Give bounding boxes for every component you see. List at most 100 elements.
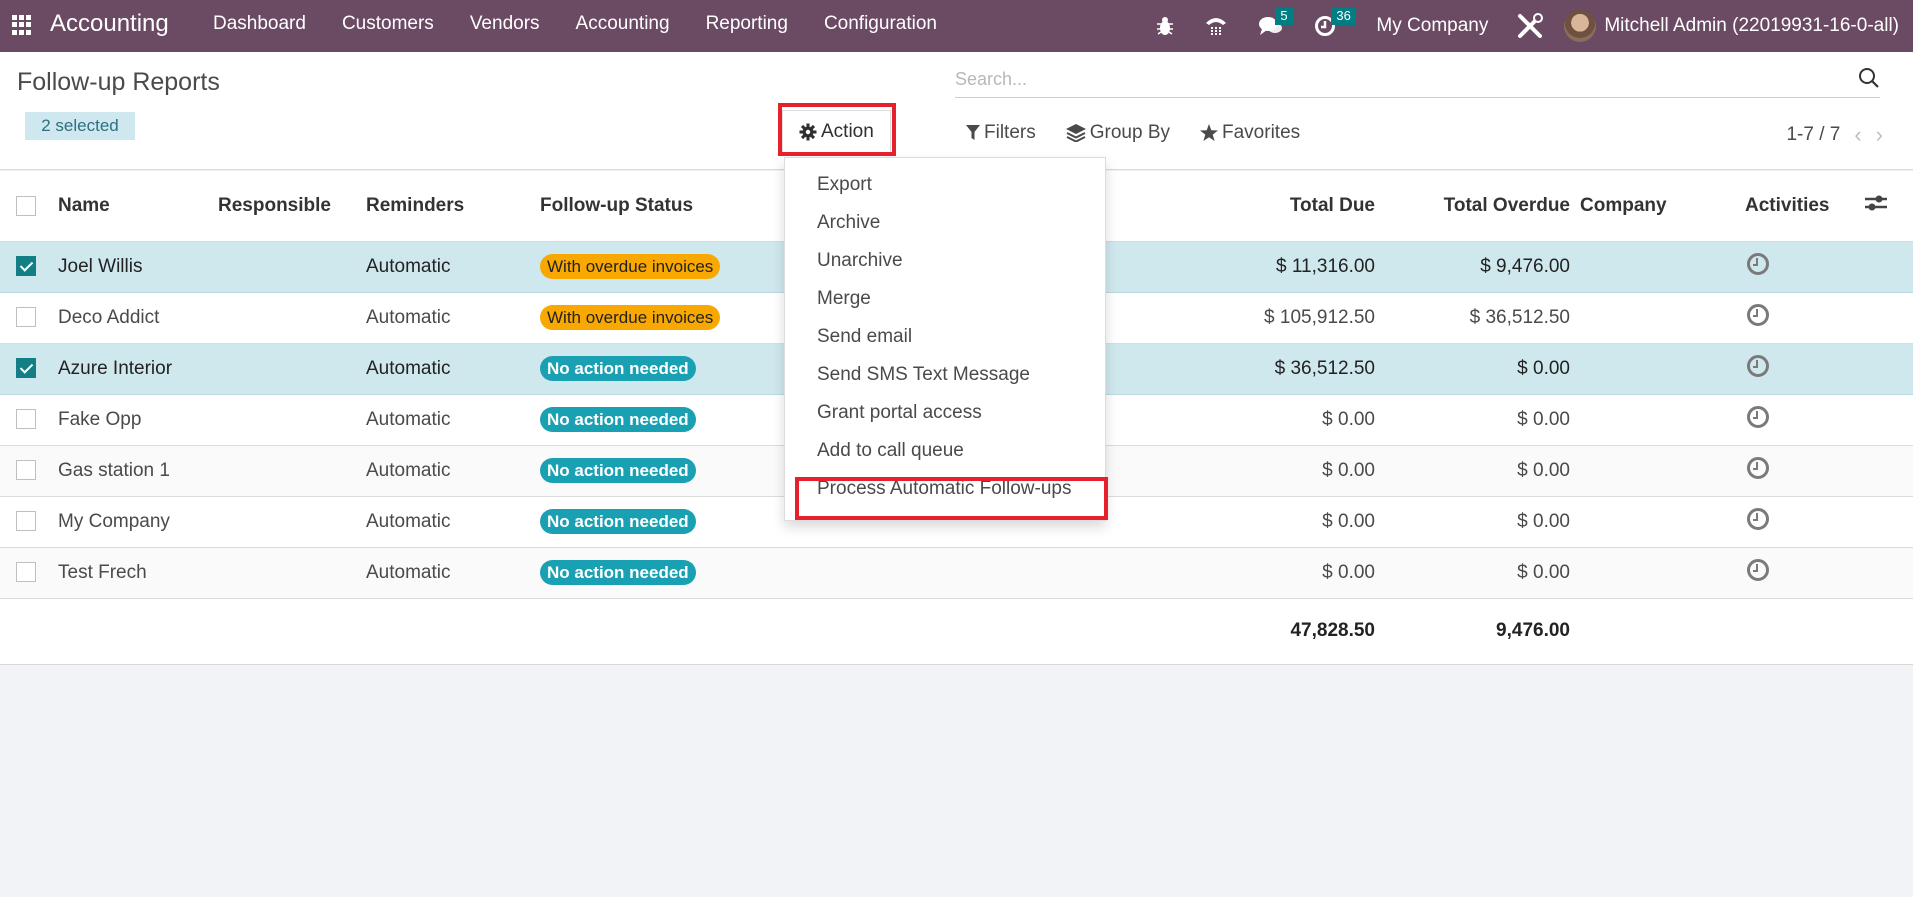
cell-activities[interactable]: [1745, 496, 1865, 548]
cell-total-overdue[interactable]: $ 36,512.50: [1385, 292, 1580, 344]
cell-company[interactable]: [1580, 445, 1745, 497]
action-button[interactable]: Action: [782, 110, 891, 152]
cell-company[interactable]: [1580, 394, 1745, 446]
search-icon[interactable]: [1858, 67, 1880, 89]
cell-total-overdue[interactable]: $ 0.00: [1385, 496, 1580, 548]
cell-reminders[interactable]: Automatic: [366, 445, 540, 497]
activity-clock-icon[interactable]: [1747, 354, 1769, 377]
cell-company[interactable]: [1580, 496, 1745, 548]
cell-name[interactable]: Joel Willis: [58, 241, 218, 293]
cell-total-overdue[interactable]: $ 0.00: [1385, 547, 1580, 599]
cell-name[interactable]: Azure Interior: [58, 343, 218, 395]
menu-customers[interactable]: Customers: [342, 13, 434, 35]
cell-name[interactable]: Deco Addict: [58, 292, 218, 344]
activities-clock-icon[interactable]: 36: [1314, 7, 1356, 37]
tools-settings-icon[interactable]: [1516, 12, 1544, 40]
activity-clock-icon[interactable]: [1747, 252, 1769, 275]
cell-responsible[interactable]: [218, 343, 366, 395]
menu-dashboard[interactable]: Dashboard: [213, 13, 306, 35]
cell-activities[interactable]: [1745, 343, 1865, 395]
cell-responsible[interactable]: [218, 394, 366, 446]
activity-clock-icon[interactable]: [1747, 558, 1769, 581]
cell-activities[interactable]: [1745, 547, 1865, 599]
row-checkbox[interactable]: [16, 307, 36, 328]
phone-icon[interactable]: [1204, 15, 1228, 37]
cell-company[interactable]: [1580, 292, 1745, 344]
cell-name[interactable]: Fake Opp: [58, 394, 218, 446]
row-checkbox[interactable]: [16, 511, 36, 532]
action-archive[interactable]: Archive: [785, 204, 1105, 242]
menu-accounting[interactable]: Accounting: [576, 13, 670, 35]
search-input[interactable]: [955, 62, 1835, 96]
cell-hidden[interactable]: [790, 547, 1050, 599]
optional-columns-toggle[interactable]: [1865, 171, 1913, 242]
cell-total-overdue[interactable]: $ 0.00: [1385, 394, 1580, 446]
menu-reporting[interactable]: Reporting: [706, 13, 788, 35]
cell-company[interactable]: [1580, 343, 1745, 395]
row-checkbox[interactable]: [16, 409, 36, 430]
activity-clock-icon[interactable]: [1747, 405, 1769, 428]
cell-total-overdue[interactable]: $ 0.00: [1385, 343, 1580, 395]
pager-next-icon[interactable]: ›: [1876, 122, 1883, 148]
column-follow-up-status[interactable]: Follow-up Status: [540, 171, 790, 242]
user-menu[interactable]: Mitchell Admin (22019931-16-0-all): [1604, 15, 1899, 37]
action-add-to-call-queue[interactable]: Add to call queue: [785, 432, 1105, 470]
cell-company[interactable]: [1580, 241, 1745, 293]
column-total-overdue[interactable]: Total Overdue: [1385, 171, 1580, 242]
cell-reminders[interactable]: Automatic: [366, 496, 540, 548]
activity-clock-icon[interactable]: [1747, 507, 1769, 530]
action-send-email[interactable]: Send email: [785, 318, 1105, 356]
pager-value[interactable]: 1-7 / 7: [1786, 124, 1840, 146]
cell-follow-up-status[interactable]: No action needed: [540, 496, 790, 548]
column-name[interactable]: Name: [58, 171, 218, 242]
table-row[interactable]: Test Frech Automatic No action needed $ 0.0…: [0, 547, 1913, 599]
company-switcher[interactable]: My Company: [1376, 15, 1488, 37]
column-reminders[interactable]: Reminders: [366, 171, 540, 242]
cell-name[interactable]: Test Frech: [58, 547, 218, 599]
action-grant-portal-access[interactable]: Grant portal access: [785, 394, 1105, 432]
sliders-icon[interactable]: [1865, 193, 1887, 213]
cell-name[interactable]: My Company: [58, 496, 218, 548]
action-export[interactable]: Export: [785, 166, 1105, 204]
row-checkbox[interactable]: [16, 256, 36, 277]
cell-activities[interactable]: [1745, 445, 1865, 497]
apps-menu-icon[interactable]: [12, 15, 32, 35]
cell-follow-up-status[interactable]: With overdue invoices: [540, 292, 790, 344]
cell-responsible[interactable]: [218, 292, 366, 344]
activity-clock-icon[interactable]: [1747, 456, 1769, 479]
messages-icon[interactable]: 5: [1258, 7, 1293, 37]
user-avatar[interactable]: [1564, 10, 1597, 42]
filters-button[interactable]: Filters: [966, 122, 1036, 144]
cell-reminders[interactable]: Automatic: [366, 292, 540, 344]
cell-activities[interactable]: [1745, 292, 1865, 344]
column-activities[interactable]: Activities: [1745, 171, 1865, 242]
activity-clock-icon[interactable]: [1747, 303, 1769, 326]
app-name[interactable]: Accounting: [50, 10, 169, 38]
cell-reminders[interactable]: Automatic: [366, 547, 540, 599]
debug-bug-icon[interactable]: [1156, 16, 1174, 36]
cell-reminders[interactable]: Automatic: [366, 394, 540, 446]
action-unarchive[interactable]: Unarchive: [785, 242, 1105, 280]
group-by-button[interactable]: Group By: [1065, 122, 1170, 144]
cell-follow-up-status[interactable]: With overdue invoices: [540, 241, 790, 293]
cell-total-overdue[interactable]: $ 0.00: [1385, 445, 1580, 497]
favorites-button[interactable]: Favorites: [1200, 122, 1300, 144]
cell-company[interactable]: [1580, 547, 1745, 599]
cell-follow-up-status[interactable]: No action needed: [540, 394, 790, 446]
cell-responsible[interactable]: [218, 496, 366, 548]
select-all-checkbox[interactable]: [16, 195, 36, 216]
cell-responsible[interactable]: [218, 241, 366, 293]
action-process-automatic-follow-ups[interactable]: Process Automatic Follow-ups: [785, 470, 1105, 508]
cell-total-overdue[interactable]: $ 9,476.00: [1385, 241, 1580, 293]
cell-reminders[interactable]: Automatic: [366, 241, 540, 293]
column-company[interactable]: Company: [1580, 171, 1745, 242]
row-checkbox[interactable]: [16, 562, 36, 583]
row-checkbox[interactable]: [16, 358, 36, 379]
cell-follow-up-status[interactable]: No action needed: [540, 343, 790, 395]
menu-vendors[interactable]: Vendors: [470, 13, 540, 35]
column-responsible[interactable]: Responsible: [218, 171, 366, 242]
cell-follow-up-status[interactable]: No action needed: [540, 445, 790, 497]
menu-configuration[interactable]: Configuration: [824, 13, 937, 35]
cell-name[interactable]: Gas station 1: [58, 445, 218, 497]
row-checkbox[interactable]: [16, 460, 36, 481]
